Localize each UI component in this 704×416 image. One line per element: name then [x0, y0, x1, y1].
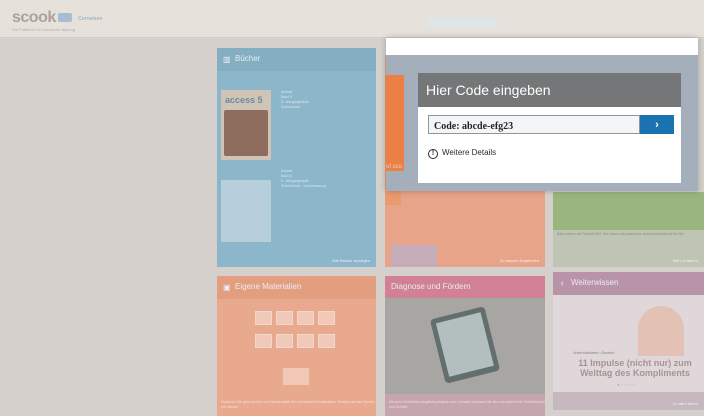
chevron-right-icon: ›	[655, 118, 659, 131]
modal-orange-strip	[386, 75, 404, 171]
code-submit-button[interactable]: ›	[640, 115, 674, 134]
modal-peek-text: uf sco	[386, 164, 403, 170]
more-details-label: Weitere Details	[442, 148, 497, 157]
code-entry-card: Hier Code eingeben › ! Weitere Details	[418, 73, 681, 183]
more-details-link[interactable]: ! Weitere Details	[428, 148, 496, 159]
modal-top-band	[386, 38, 698, 55]
info-circle-icon: !	[428, 149, 438, 159]
code-input[interactable]	[428, 115, 640, 134]
code-entry-title: Hier Code eingeben	[418, 73, 681, 107]
